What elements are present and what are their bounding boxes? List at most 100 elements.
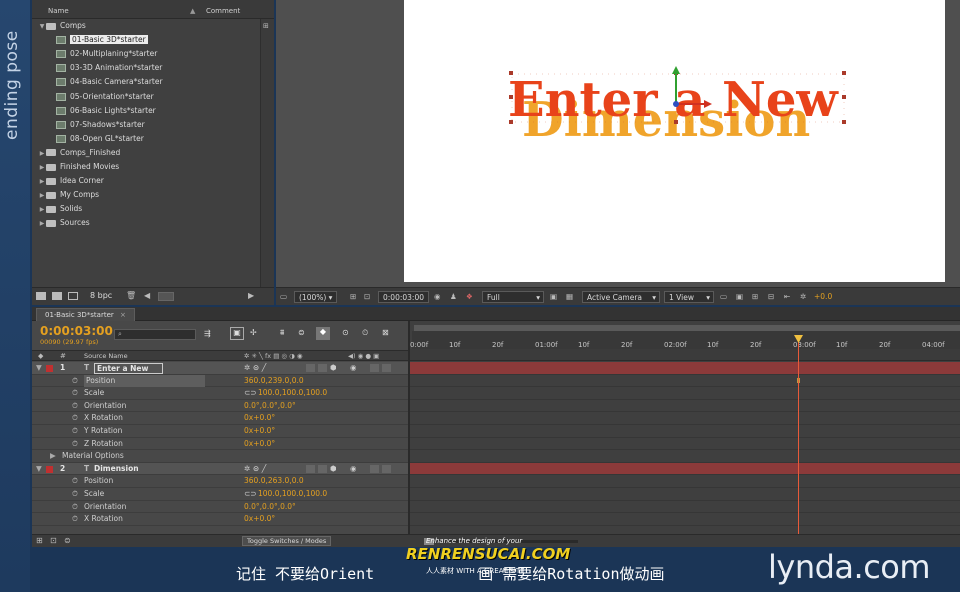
motion-blur-icon[interactable]: ⊜ [298, 328, 305, 337]
toggle-pixel-icon[interactable]: ▭ [720, 291, 727, 303]
property-row[interactable]: ⏱ Scale ⊂⊃ 100.0,100.0,100.0 [32, 488, 408, 501]
scroll-left-icon[interactable]: ◀ [144, 291, 150, 300]
property-value[interactable]: 0x+0.0° [244, 425, 275, 438]
property-name[interactable]: X Rotation [84, 513, 123, 526]
stopwatch-icon[interactable]: ⏱ [72, 375, 78, 388]
expand-down-icon[interactable]: ▼ [36, 362, 42, 375]
property-name[interactable]: Orientation [84, 501, 126, 514]
always-preview-icon[interactable]: ▭ [280, 291, 287, 303]
property-value[interactable]: 100.0,100.0,100.0 [258, 488, 327, 501]
auto-keyframe-icon[interactable]: ⊙ [342, 328, 349, 337]
property-track[interactable]: I [410, 412, 960, 425]
snapshot-icon[interactable]: ◉ [434, 291, 441, 303]
layer-duration-bar[interactable] [410, 362, 960, 375]
draft-icon[interactable]: ⊠ [382, 328, 389, 337]
stopwatch-icon[interactable]: ⏱ [72, 412, 78, 425]
sort-arrow-icon[interactable]: ▲ [190, 7, 195, 15]
toggle-switches-modes-button[interactable]: Toggle Switches / Modes [242, 536, 332, 546]
layer-row[interactable]: ▼ 1 T Enter a New ✲ ⊙ ╱ ⬢ ◉ [32, 362, 408, 375]
show-snapshot-icon[interactable]: ♟ [450, 291, 457, 303]
stopwatch-icon[interactable]: ⏱ [72, 425, 78, 438]
3d-cube-icon[interactable]: ⬢ [330, 362, 337, 375]
zoom-dropdown[interactable]: (100%) ▾ [294, 291, 338, 303]
region-icon[interactable]: ⊡ [364, 291, 370, 303]
comp-canvas[interactable]: Dimension Enter a New [404, 0, 945, 282]
current-time-field[interactable]: 0:00:03:00 [378, 291, 429, 303]
expand-right-icon[interactable]: ▶ [38, 161, 46, 175]
constrain-proportions-icon[interactable]: ⊂⊃ [244, 387, 257, 400]
property-track[interactable]: I [410, 438, 960, 451]
col-comment[interactable]: Comment [206, 7, 240, 15]
brainstorm-icon[interactable]: ◆ [316, 327, 330, 340]
lock-switch[interactable] [382, 364, 391, 372]
property-track[interactable]: I [410, 387, 960, 400]
bpc-button[interactable]: 8 bpc [90, 291, 112, 300]
property-row[interactable]: ⏱ Y Rotation 0x+0.0° [32, 425, 408, 438]
timeline-tab[interactable]: 01-Basic 3D*starter × [36, 308, 135, 321]
property-row[interactable]: ⏱ Position 360.0,263.0,0.0 [32, 475, 408, 488]
property-track[interactable]: I [410, 475, 960, 488]
stopwatch-icon[interactable]: ⏱ [72, 501, 78, 514]
property-group-row[interactable]: ▶ Material Options [32, 450, 408, 463]
layer-switches-icon[interactable]: ⊞ [36, 536, 43, 545]
resolution-dropdown[interactable]: Full ▾ [482, 291, 544, 303]
safe-zones-icon[interactable]: ⊞ [350, 291, 356, 303]
expand-right-icon[interactable]: ▶ [38, 217, 46, 231]
project-item[interactable]: 04-Basic Camera*starter [32, 75, 260, 89]
stopwatch-icon[interactable]: ⏱ [72, 488, 78, 501]
graph-editor-icon[interactable]: ⏲ [362, 328, 368, 338]
exposure-reset-icon[interactable]: ✲ [800, 291, 806, 303]
new-folder-icon[interactable] [52, 292, 62, 300]
roi-icon[interactable]: ▣ [550, 291, 557, 303]
close-icon[interactable]: × [120, 311, 126, 319]
property-value[interactable]: 360.0,239.0,0.0 [244, 375, 304, 388]
source-name-col[interactable]: Source Name [84, 352, 128, 360]
property-row[interactable]: ⏱ Orientation 0.0°,0.0°,0.0° [32, 501, 408, 514]
project-item[interactable]: 08-Open GL*starter [32, 132, 260, 146]
new-comp-icon[interactable] [68, 292, 78, 300]
project-item[interactable]: ▶ Solids [32, 202, 260, 216]
flowchart-view-icon[interactable]: ⊟ [768, 291, 774, 303]
3d-layer-switch[interactable] [306, 364, 315, 372]
property-row[interactable]: ⏱ Scale ⊂⊃ 100.0,100.0,100.0 [32, 387, 408, 400]
flowchart-icon[interactable]: ⊞ [263, 22, 272, 31]
property-value[interactable]: 360.0,263.0,0.0 [244, 475, 304, 488]
frame-blending-icon[interactable]: ⩩ [280, 328, 284, 338]
expand-down-icon[interactable]: ▼ [36, 463, 42, 476]
camera-dropdown[interactable]: Active Camera ▾ [582, 291, 660, 303]
scroll-right-icon[interactable]: ▶ [248, 291, 254, 300]
stopwatch-icon[interactable]: ⏱ [72, 475, 78, 488]
property-row[interactable]: ⏱ Position 360.0,239.0,0.0 [32, 374, 408, 388]
3d-layer-switch[interactable] [306, 464, 315, 473]
project-item[interactable]: ▶ Idea Corner [32, 174, 260, 188]
timeline-icon[interactable]: ⊞ [752, 291, 758, 303]
trash-icon[interactable]: 🗑 [126, 291, 136, 300]
col-name[interactable]: Name [48, 7, 69, 15]
views-dropdown[interactable]: 1 View ▾ [664, 291, 714, 303]
property-name[interactable]: Orientation [84, 400, 126, 413]
lock-switch[interactable] [382, 464, 391, 473]
adjustment-switch[interactable] [318, 464, 327, 473]
project-item[interactable]: ▶ My Comps [32, 188, 260, 202]
property-track[interactable]: I [410, 488, 960, 501]
3d-draft-icon[interactable]: ▣ [230, 327, 244, 340]
property-value[interactable]: 0x+0.0° [244, 438, 275, 451]
current-time-indicator[interactable] [798, 339, 799, 534]
current-time-display[interactable]: 0:00:03:00 [40, 324, 113, 338]
title-line1[interactable]: Enter a New [508, 72, 839, 128]
project-item[interactable]: 01-Basic 3D*starter [32, 33, 260, 47]
layer-row[interactable]: ▼ 2 T Dimension ✲ ⊙ ╱ ⬢ ◉ [32, 462, 408, 476]
expand-right-icon[interactable]: ▶ [38, 175, 46, 189]
expand-right-icon[interactable]: ▶ [38, 147, 46, 161]
property-value[interactable]: 0.0°,0.0°,0.0° [244, 501, 296, 514]
property-row[interactable]: ⏱ Orientation 0.0°,0.0°,0.0° [32, 400, 408, 413]
property-track[interactable]: I [410, 425, 960, 438]
adjustment-switch[interactable] [318, 364, 327, 372]
expand-down-icon[interactable]: ▼ [38, 20, 46, 34]
expand-right-icon[interactable]: ▶ [38, 203, 46, 217]
stopwatch-icon[interactable]: ⏱ [72, 513, 78, 526]
layer-name[interactable]: Dimension [94, 463, 139, 476]
label-color-swatch[interactable] [46, 465, 53, 473]
property-name[interactable]: Z Rotation [84, 438, 123, 451]
project-item[interactable]: ▶ Finished Movies [32, 160, 260, 174]
